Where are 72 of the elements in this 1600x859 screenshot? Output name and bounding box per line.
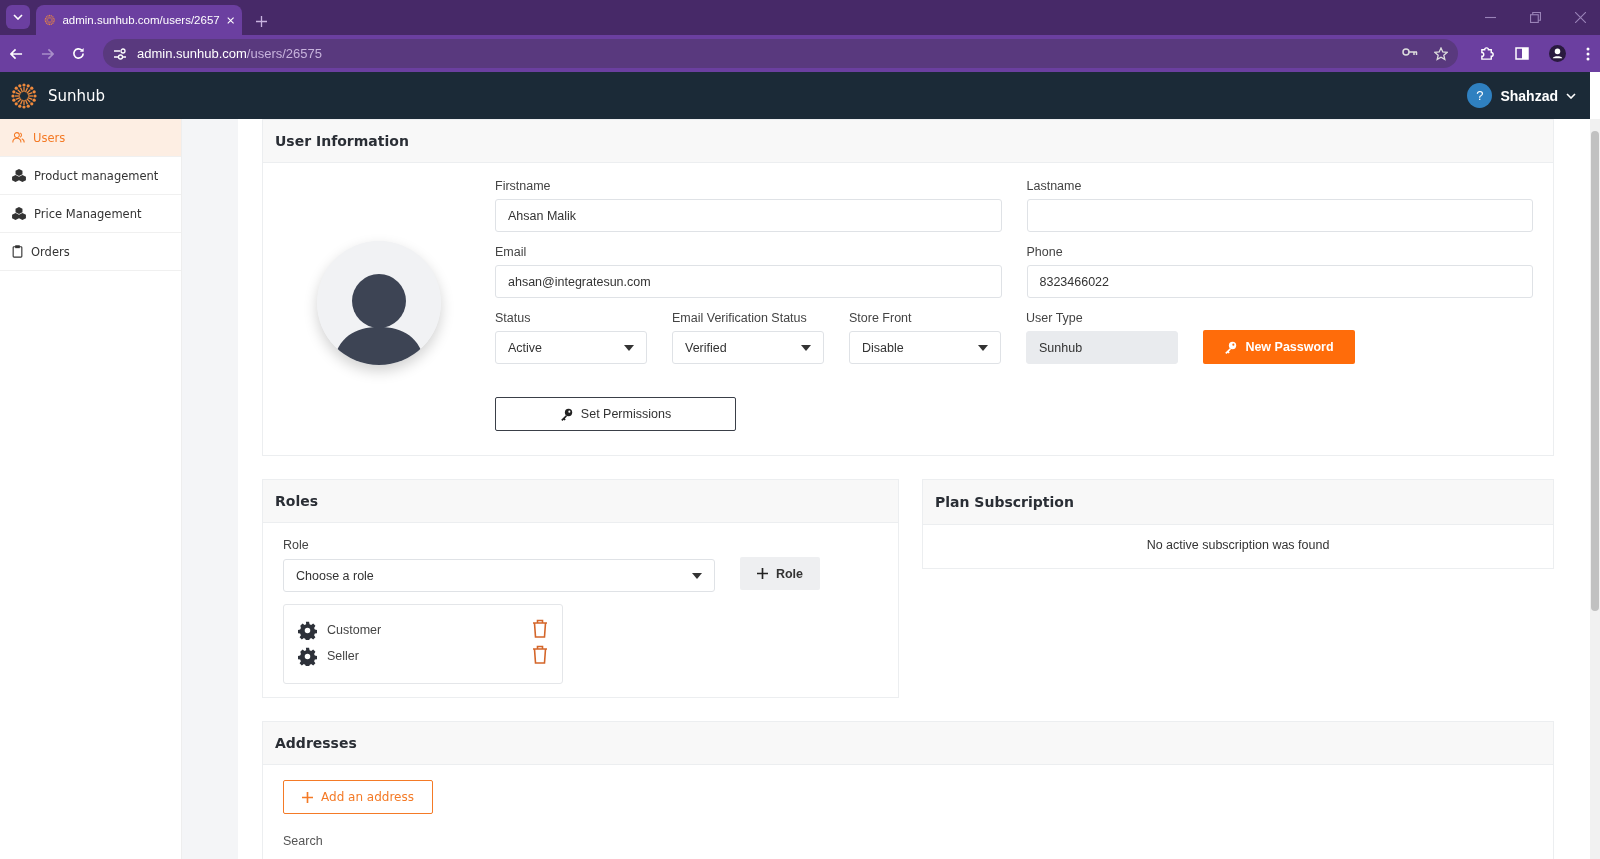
caret-icon — [624, 344, 634, 351]
set-permissions-button[interactable]: Set Permissions — [495, 397, 736, 431]
field-label: Phone — [1026, 245, 1064, 259]
select-field[interactable]: Choose a role — [283, 559, 715, 592]
key-icon[interactable] — [1402, 46, 1418, 57]
field-label: Status — [495, 311, 532, 325]
chevron-down-icon — [1566, 92, 1576, 99]
sidebar-item[interactable]: Price Management — [0, 195, 181, 233]
empty-message: No active subscription was found — [1146, 538, 1330, 552]
profile-icon[interactable] — [1549, 45, 1566, 62]
select-field[interactable]: Verified — [672, 331, 824, 364]
close-icon[interactable] — [1575, 12, 1586, 23]
brand-name: Sunhub — [48, 86, 106, 105]
input-field[interactable]: Ahsan Malik — [495, 199, 1002, 232]
input-field[interactable]: 8323466022 — [1026, 265, 1533, 298]
sun-logo-icon — [10, 81, 38, 110]
gear-icon — [298, 620, 317, 640]
plus-icon — [756, 568, 768, 579]
role-name: Customer — [327, 623, 382, 637]
field-label: Role — [283, 538, 309, 552]
field-label: Email Verification Status — [672, 311, 808, 325]
caret-icon — [692, 572, 702, 579]
star-icon[interactable] — [1434, 46, 1448, 61]
card-title: Plan Subscription — [935, 494, 1074, 510]
help-button[interactable]: ? — [1467, 83, 1493, 108]
role-name: Seller — [327, 649, 359, 663]
card-title: User Information — [275, 133, 409, 149]
caret-icon — [801, 344, 811, 351]
input-field[interactable]: ahsan@integratesun.com — [495, 265, 1002, 298]
field-label: Lastname — [1026, 179, 1083, 193]
cubes-icon — [12, 169, 26, 182]
key-icon — [1224, 340, 1238, 354]
new-tab-icon[interactable] — [256, 16, 267, 27]
caret-icon — [978, 344, 988, 351]
cubes-icon — [12, 207, 26, 220]
field-label: Store Front — [849, 311, 913, 325]
card-title: Roles — [275, 493, 319, 509]
site-settings-icon[interactable] — [113, 47, 127, 60]
reload-icon[interactable] — [72, 47, 85, 60]
add-role-button[interactable]: Role — [740, 557, 820, 590]
address-bar[interactable]: admin.sunhub.com/users/26575 — [103, 39, 1458, 68]
input-field: Sunhub — [1026, 331, 1178, 364]
plus-icon — [302, 791, 313, 803]
tab-list-button[interactable] — [6, 5, 30, 29]
sun-logo-icon — [44, 13, 56, 27]
card-title: Addresses — [275, 735, 357, 751]
field-label: Firstname — [495, 179, 552, 193]
forward-arrow-icon[interactable] — [41, 47, 54, 60]
puzzle-icon[interactable] — [1480, 46, 1495, 61]
trash-icon[interactable] — [532, 645, 548, 664]
back-arrow-icon[interactable] — [10, 47, 23, 60]
field-label: User Type — [1026, 311, 1084, 325]
restore-icon[interactable] — [1530, 12, 1541, 23]
gear-icon — [298, 646, 317, 666]
sidebar-item[interactable]: Orders — [0, 233, 181, 271]
select-field[interactable]: Active — [495, 331, 647, 364]
key-icon — [559, 407, 573, 421]
url-text: admin.sunhub.com/users/26575 — [137, 46, 322, 61]
field-label: Email — [495, 245, 528, 259]
users-icon — [12, 131, 25, 144]
trash-icon[interactable] — [532, 619, 548, 638]
clipboard-icon — [12, 245, 23, 258]
sidebar-item[interactable]: Product management — [0, 157, 181, 195]
scrollbar[interactable] — [1590, 119, 1600, 859]
more-icon[interactable] — [1586, 46, 1590, 61]
field-label: Search — [283, 834, 323, 848]
input-field[interactable] — [1026, 199, 1533, 232]
chevron-down-icon — [13, 14, 23, 20]
select-field[interactable]: Disable — [849, 331, 1001, 364]
user-menu-button[interactable]: Shahzad — [1500, 87, 1576, 104]
browser-tab[interactable]: admin.sunhub.com/users/2657 — [36, 5, 242, 35]
side-panel-icon[interactable] — [1515, 47, 1529, 60]
